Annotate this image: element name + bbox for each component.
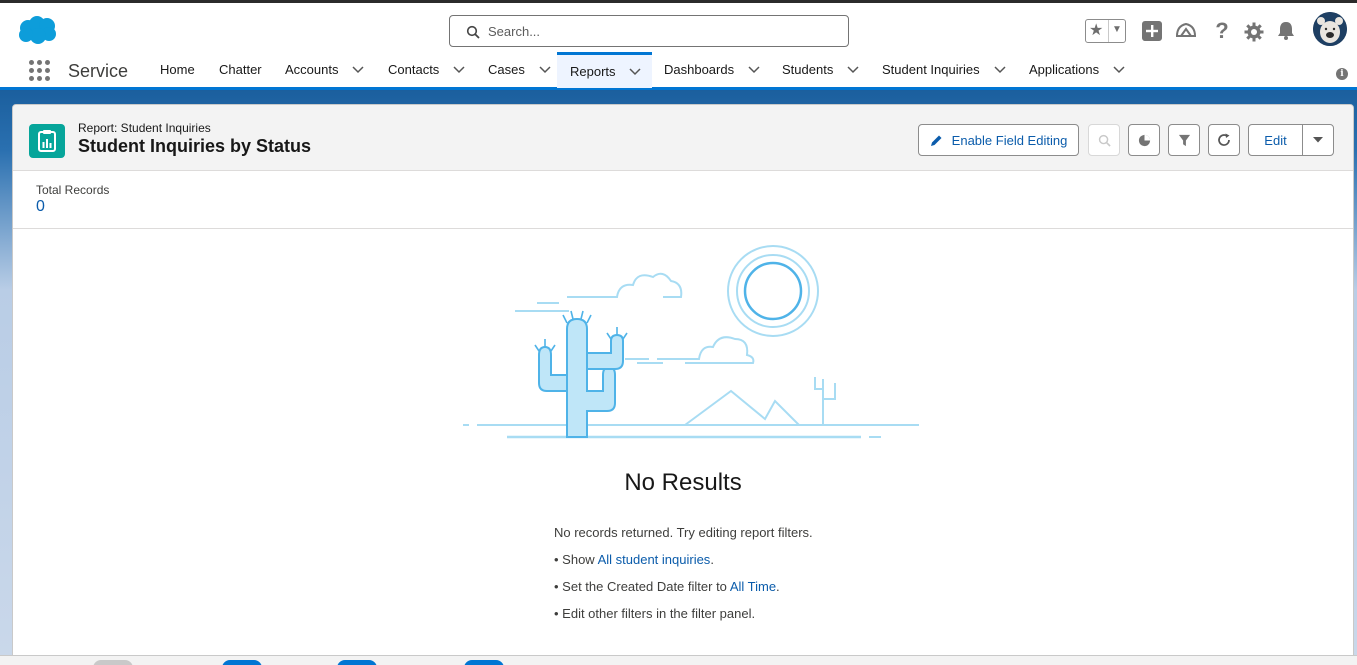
nav-item-applications[interactable]: Applications <box>1029 52 1125 88</box>
toggle-switch[interactable] <box>337 660 377 665</box>
no-records-message: No records returned. Try editing report … <box>554 525 813 540</box>
pencil-icon <box>930 135 942 146</box>
info-icon[interactable]: i <box>1336 68 1348 80</box>
nav-item-cases[interactable]: Cases <box>488 52 551 88</box>
nav-item-label: Accounts <box>285 62 339 77</box>
nav-item-label: Students <box>782 62 834 77</box>
chevron-down-icon[interactable] <box>352 66 365 74</box>
chevron-down-icon[interactable] <box>847 66 859 74</box>
app-navigation-bar: Service Home Chatter Accounts Contacts C… <box>0 52 1357 90</box>
search-report-button[interactable] <box>1088 124 1120 156</box>
enable-field-editing-button[interactable]: Enable Field Editing <box>918 124 1079 156</box>
suggestion-created-date: • Set the Created Date filter to All Tim… <box>554 579 780 594</box>
page-title: Student Inquiries by Status <box>78 136 312 156</box>
global-search-input[interactable]: Search... <box>449 15 849 47</box>
nav-item-label: Reports <box>570 63 616 79</box>
report-card: Report: Student Inquiries Student Inquir… <box>12 104 1354 665</box>
star-icon: ★ <box>1089 22 1104 39</box>
total-records-value: 0 <box>36 198 45 215</box>
chevron-down-icon[interactable] <box>1113 66 1125 74</box>
filter-icon <box>1178 134 1190 146</box>
search-icon <box>1098 134 1111 147</box>
page-header: Report: Student Inquiries Student Inquir… <box>13 105 1353 171</box>
chevron-down-icon[interactable] <box>539 66 551 74</box>
nav-item-label: Contacts <box>388 62 440 77</box>
chevron-down-icon[interactable] <box>629 67 641 76</box>
notifications-bell-icon[interactable] <box>1274 19 1298 43</box>
nav-item-label: Home <box>160 62 195 77</box>
nav-item-label: Student Inquiries <box>882 62 980 77</box>
search-placeholder: Search... <box>488 24 541 39</box>
refresh-icon <box>1218 133 1230 146</box>
toggle-switch[interactable] <box>93 660 133 665</box>
nav-item-label: Cases <box>488 62 525 77</box>
chevron-down-icon[interactable] <box>748 66 760 74</box>
caret-down-icon: ▼ <box>1112 24 1122 35</box>
desert-empty-state-illustration <box>463 245 919 439</box>
user-avatar[interactable] <box>1313 12 1347 46</box>
all-student-inquiries-link[interactable]: All student inquiries <box>598 552 711 567</box>
trailhead-icon[interactable] <box>1174 19 1198 43</box>
report-footer-toggles <box>0 655 1357 665</box>
nav-item-chatter[interactable]: Chatter <box>219 52 262 88</box>
enable-field-editing-label: Enable Field Editing <box>951 132 1068 148</box>
add-icon[interactable] <box>1140 19 1164 43</box>
edit-label: Edit <box>1264 132 1287 148</box>
favorites-button[interactable]: ★ ▼ <box>1085 19 1126 43</box>
nav-item-label: Chatter <box>219 62 262 77</box>
report-object-label: Report: Student Inquiries <box>78 121 211 135</box>
nav-item-reports[interactable]: Reports <box>557 52 652 88</box>
chart-icon <box>1138 134 1150 146</box>
nav-item-dashboards[interactable]: Dashboards <box>664 52 760 88</box>
toggle-switch[interactable] <box>222 660 262 665</box>
toggle-switch[interactable] <box>464 660 504 665</box>
filter-button[interactable] <box>1168 124 1200 156</box>
app-launcher-icon[interactable] <box>29 60 51 82</box>
refresh-button[interactable] <box>1208 124 1240 156</box>
search-icon <box>466 25 480 39</box>
total-records-summary: Total Records 0 <box>13 171 1353 229</box>
chevron-down-icon[interactable] <box>994 66 1006 74</box>
nav-item-label: Applications <box>1029 62 1100 77</box>
nav-item-contacts[interactable]: Contacts <box>388 52 465 88</box>
chevron-down-icon <box>1313 137 1323 143</box>
more-actions-button[interactable] <box>1302 124 1334 156</box>
nav-item-students[interactable]: Students <box>782 52 859 88</box>
help-icon[interactable]: ? <box>1210 18 1234 43</box>
nav-item-accounts[interactable]: Accounts <box>285 52 365 88</box>
edit-button[interactable]: Edit <box>1248 124 1303 156</box>
total-records-label: Total Records <box>36 183 110 197</box>
app-name: Service <box>68 61 129 81</box>
all-time-link[interactable]: All Time <box>730 579 776 594</box>
chart-button[interactable] <box>1128 124 1160 156</box>
no-results-heading: No Results <box>624 469 742 496</box>
report-icon <box>29 124 65 158</box>
nav-item-home[interactable]: Home <box>160 52 195 88</box>
setup-gear-icon[interactable] <box>1242 20 1266 44</box>
nav-item-student-inquiries[interactable]: Student Inquiries <box>882 52 1006 88</box>
nav-item-label: Dashboards <box>664 62 735 77</box>
suggestion-show-all: • Show All student inquiries. <box>554 552 714 567</box>
suggestion-edit-filters: • Edit other filters in the filter panel… <box>554 606 756 621</box>
salesforce-logo[interactable] <box>16 14 60 46</box>
chevron-down-icon[interactable] <box>453 66 465 74</box>
global-header: Search... ★ ▼ ? <box>0 0 1357 52</box>
